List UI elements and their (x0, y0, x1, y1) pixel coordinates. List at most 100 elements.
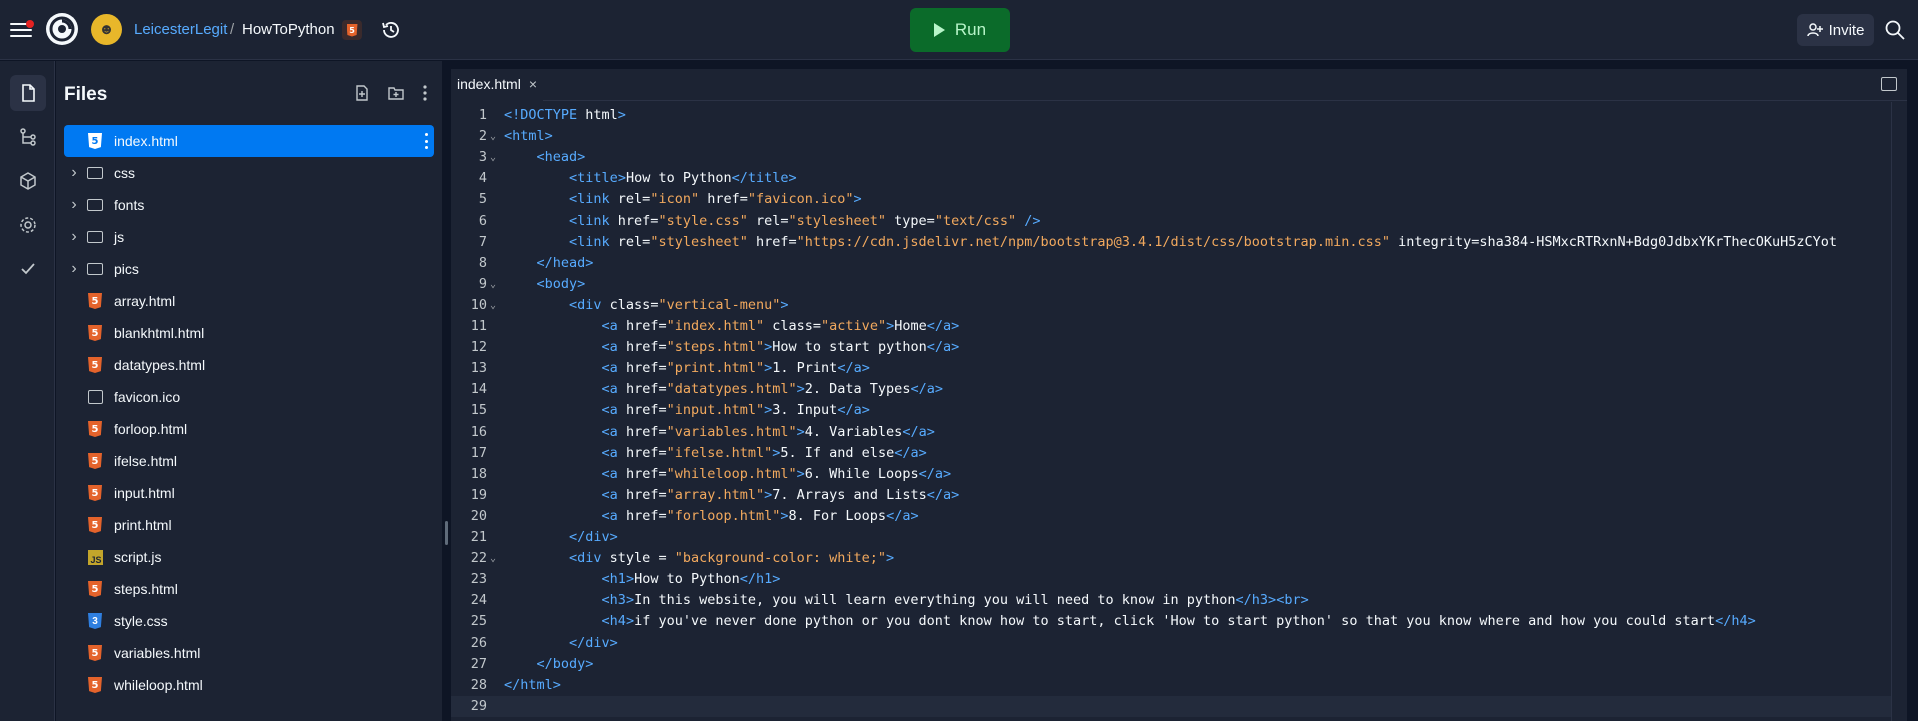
file-item[interactable]: favicon.ico (64, 381, 434, 413)
code-line[interactable]: 20 <a href="forloop.html">8. For Loops</… (451, 506, 1891, 527)
code-line[interactable]: 8 </head> (451, 253, 1891, 274)
search-icon[interactable] (1884, 19, 1906, 41)
code-line[interactable]: 14 <a href="datatypes.html">2. Data Type… (451, 379, 1891, 400)
code-line[interactable]: 15 <a href="input.html">3. Input</a> (451, 400, 1891, 421)
html-file-icon: 5 (86, 292, 104, 310)
code-line[interactable]: 7 <link rel="stylesheet" href="https://c… (451, 232, 1891, 253)
code-line[interactable]: 2 ⌄ <html> (451, 126, 1891, 147)
file-item[interactable]: 5 print.html (64, 509, 434, 541)
breadcrumb-user-link[interactable]: LeicesterLegit (134, 21, 227, 38)
chevron-right-icon[interactable]: › (66, 228, 82, 246)
chevron-right-icon[interactable]: › (66, 164, 82, 182)
more-options-icon[interactable] (422, 85, 428, 101)
code-text: <!DOCTYPE html> (504, 107, 626, 123)
checkmark-icon[interactable] (10, 251, 46, 287)
run-button[interactable]: Run (910, 8, 1010, 52)
fold-chevron-icon[interactable]: ⌄ (490, 548, 496, 569)
file-item[interactable]: 5 index.html (64, 125, 434, 157)
fold-chevron-icon[interactable]: ⌄ (490, 295, 496, 316)
file-item[interactable]: 5 whileloop.html (64, 669, 434, 701)
settings-gear-icon[interactable] (10, 207, 46, 243)
file-name: ifelse.html (114, 453, 178, 469)
code-line[interactable]: 24 <h3>In this website, you will learn e… (451, 590, 1891, 611)
code-line[interactable]: 26 </div> (451, 633, 1891, 654)
code-line[interactable]: 12 <a href="steps.html">How to start pyt… (451, 337, 1891, 358)
code-line[interactable]: 11 <a href="index.html" class="active">H… (451, 316, 1891, 337)
file-item[interactable]: 5 variables.html (64, 637, 434, 669)
file-options-icon[interactable] (424, 133, 428, 149)
fold-chevron-icon[interactable]: ⌄ (490, 147, 496, 168)
add-user-icon (1806, 23, 1823, 37)
line-number: 13 (470, 360, 487, 377)
code-line[interactable]: 17 <a href="ifelse.html">5. If and else<… (451, 443, 1891, 464)
file-item[interactable]: 5 ifelse.html (64, 445, 434, 477)
vertical-scrollbar[interactable] (1891, 102, 1907, 721)
code-area[interactable]: 1 <!DOCTYPE html> 2 ⌄ <html> 3 ⌄ <head> 4 <titl… (451, 102, 1907, 721)
code-line[interactable]: 22 ⌄ <div style = "background-color: whit… (451, 548, 1891, 569)
tab-index-html[interactable]: index.html × (451, 69, 543, 101)
fold-chevron-icon[interactable]: ⌄ (490, 126, 496, 147)
code-line[interactable]: 4 <title>How to Python</title> (451, 168, 1891, 189)
tab-menu-icon[interactable] (1881, 77, 1897, 91)
replit-logo[interactable] (46, 13, 78, 45)
file-item[interactable]: 3 style.css (64, 605, 434, 637)
close-icon[interactable]: × (529, 76, 537, 92)
code-line[interactable]: 10 ⌄ <div class="vertical-menu"> (451, 295, 1891, 316)
file-item[interactable]: 5 input.html (64, 477, 434, 509)
code-line[interactable]: 16 <a href="variables.html">4. Variables… (451, 422, 1891, 443)
code-line[interactable]: 9 ⌄ <body> (451, 274, 1891, 295)
code-line[interactable]: 28 </html> (451, 675, 1891, 696)
code-text: <a href="forloop.html">8. For Loops</a> (601, 507, 919, 524)
editor-tab-bar: index.html × (451, 69, 1907, 101)
resize-handle[interactable] (445, 521, 448, 545)
code-line[interactable]: 29 (451, 695, 1891, 717)
line-number: 8 (478, 254, 487, 271)
file-item[interactable]: 5 datatypes.html (64, 349, 434, 381)
history-icon[interactable] (380, 19, 402, 41)
user-avatar[interactable]: ☻ (91, 14, 122, 45)
file-item[interactable]: 5 array.html (64, 285, 434, 317)
folder-item[interactable]: › pics (64, 253, 434, 285)
code-line[interactable]: 13 <a href="print.html">1. Print</a> (451, 358, 1891, 379)
file-item[interactable]: JS script.js (64, 541, 434, 573)
code-text: <html> (504, 128, 553, 145)
code-line[interactable]: 18 <a href="whileloop.html">6. While Loo… (451, 464, 1891, 485)
code-line[interactable]: 6 <link href="style.css" rel="stylesheet… (451, 211, 1891, 232)
files-tool-icon[interactable] (10, 75, 46, 111)
packages-icon[interactable] (10, 163, 46, 199)
code-line[interactable]: 19 <a href="array.html">7. Arrays and Li… (451, 485, 1891, 506)
version-control-icon[interactable] (10, 119, 46, 155)
code-line[interactable]: 1 <!DOCTYPE html> (451, 105, 1891, 126)
invite-button[interactable]: Invite (1797, 14, 1874, 46)
code-line[interactable]: 27 </body> (451, 654, 1891, 675)
play-icon (933, 23, 945, 37)
code-line[interactable]: 25 <h4>if you've never done python or yo… (451, 611, 1891, 632)
folder-icon (86, 164, 104, 182)
file-item[interactable]: 5 steps.html (64, 573, 434, 605)
folder-item[interactable]: › fonts (64, 189, 434, 221)
code-line[interactable]: 23 <h1>How to Python</h1> (451, 569, 1891, 590)
new-folder-icon[interactable] (388, 85, 404, 101)
file-item[interactable]: 5 forloop.html (64, 413, 434, 445)
tab-label: index.html (457, 76, 521, 92)
code-text: <title>How to Python</title> (569, 170, 797, 187)
file-tree: 5 index.html › css › fonts › js › pics 5 array.html… (64, 125, 434, 701)
chevron-right-icon[interactable]: › (66, 196, 82, 214)
code-editor: index.html × 1 <!DOCTYPE html> 2 ⌄ <html> 3 ⌄ … (451, 69, 1907, 721)
line-number: 5 (478, 191, 487, 208)
line-number: 17 (470, 444, 487, 461)
code-line[interactable]: 21 </div> (451, 527, 1891, 548)
line-number: 21 (470, 529, 487, 545)
folder-item[interactable]: › js (64, 221, 434, 253)
chevron-right-icon[interactable]: › (66, 260, 82, 278)
breadcrumb-repl-name[interactable]: HowToPython (242, 21, 335, 38)
folder-item[interactable]: › css (64, 157, 434, 189)
new-file-icon[interactable] (354, 85, 370, 101)
file-name: steps.html (114, 581, 178, 597)
code-text: <h1>How to Python</h1> (601, 571, 781, 588)
fold-chevron-icon[interactable]: ⌄ (490, 274, 496, 295)
code-line[interactable]: 5 <link rel="icon" href="favicon.ico"> (451, 189, 1891, 210)
file-item[interactable]: 5 blankhtml.html (64, 317, 434, 349)
code-line[interactable]: 3 ⌄ <head> (451, 147, 1891, 168)
html-file-icon: 5 (86, 420, 104, 438)
